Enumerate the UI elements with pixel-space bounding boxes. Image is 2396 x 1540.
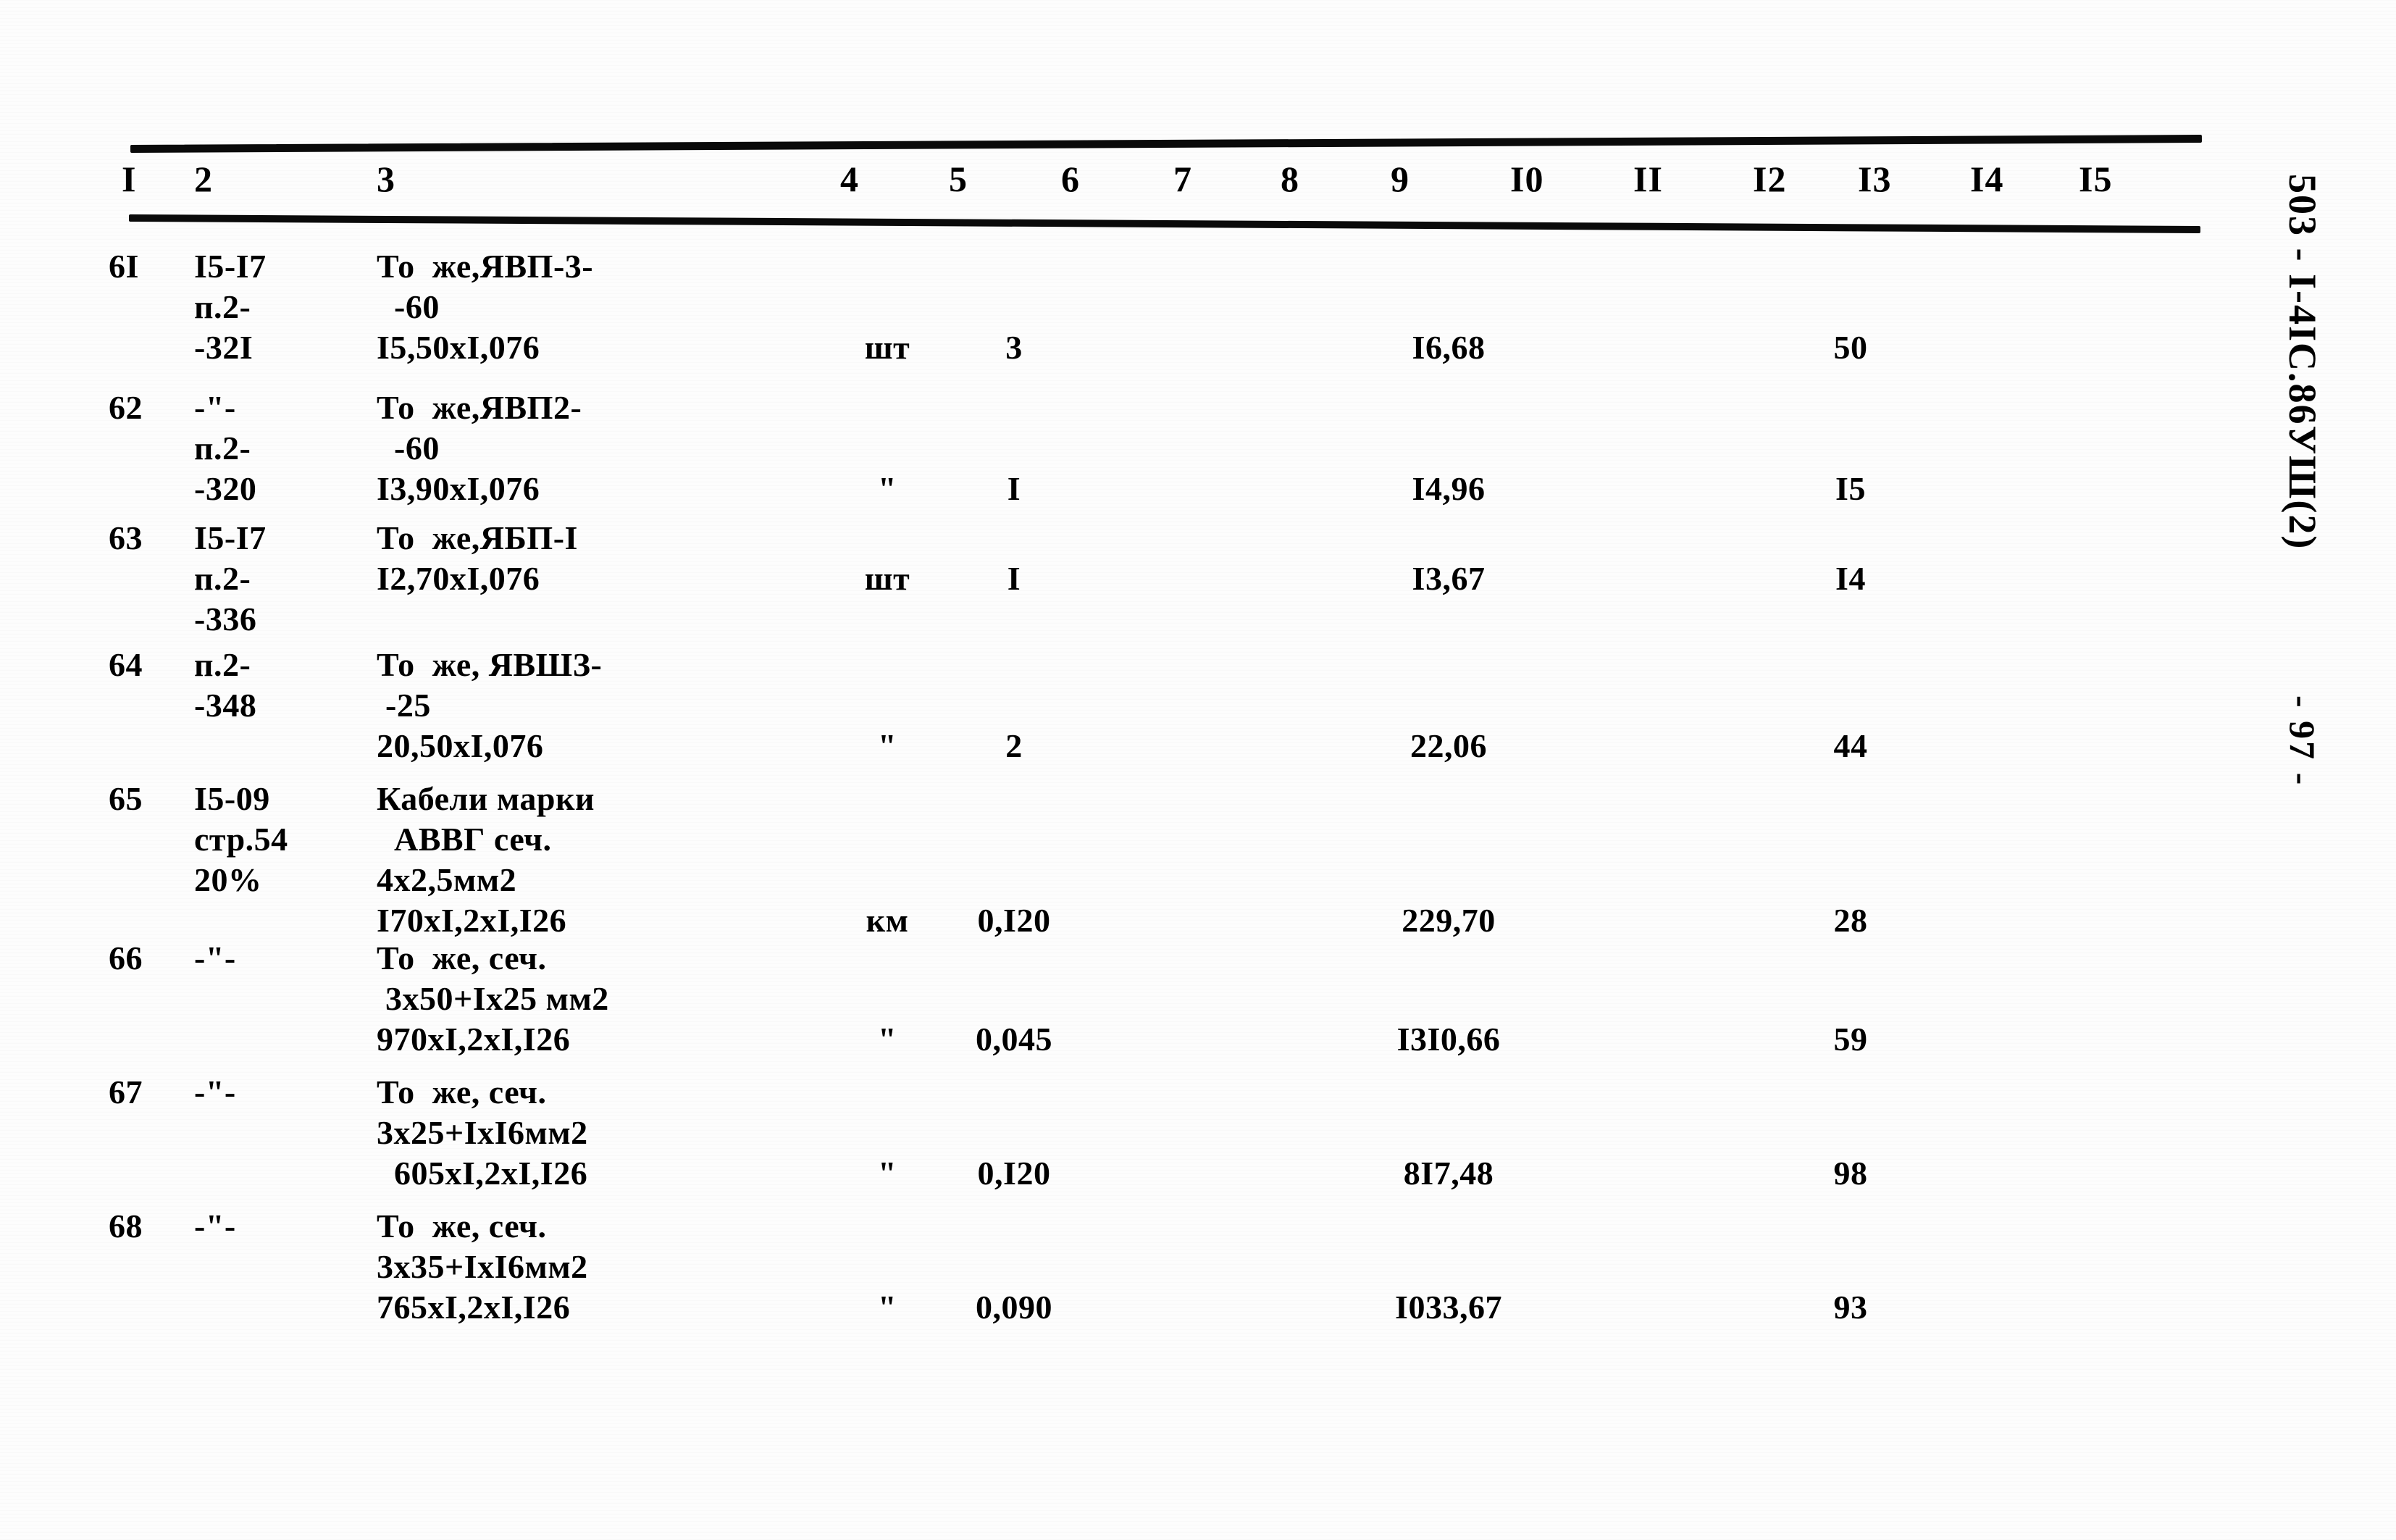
row-price: I4,96 [1412,470,1486,507]
column-header-14: I4 [1970,159,2004,199]
row-price: 22,06 [1410,727,1487,764]
row-price: 229,70 [1402,902,1496,939]
row-unit: " [877,470,897,507]
row-code: -"- [194,1208,236,1244]
table-header-bottom-rule [128,214,2200,233]
row-quantity: 0,I20 [977,1155,1051,1192]
row-total: 59 [1833,1021,1868,1058]
row-number: 62 [109,389,143,426]
row-unit: " [877,1021,897,1058]
row-price: 8I7,48 [1403,1155,1494,1192]
row-description: То же, сеч. 3x35+IxI6мм2 765xI,2xI,I26 [377,1208,588,1326]
row-quantity: 0,045 [976,1021,1052,1058]
row-price: I3,67 [1412,560,1486,597]
column-header-10: I0 [1510,159,1544,199]
row-description: Кабели марки АВВГ сеч. 4x2,5мм2 I70xI,2x… [377,780,595,939]
row-number: 63 [109,519,143,556]
column-header-4: 4 [840,159,859,199]
row-description: То же,ЯБП-I I2,70xI,076 [377,519,578,597]
row-quantity: 2 [1005,727,1023,764]
column-header-13: I3 [1858,159,1892,199]
row-price: I3I0,66 [1396,1021,1501,1058]
row-unit: шт [864,329,910,366]
row-number: 6I [109,248,139,285]
column-header-5: 5 [949,159,968,199]
row-quantity: 0,090 [976,1289,1052,1326]
row-unit: " [877,1155,897,1192]
row-number: 68 [109,1208,143,1244]
row-total: 50 [1833,329,1868,366]
column-header-12: I2 [1753,159,1787,199]
row-description: То же, сеч. 3x50+Ix25 мм2 970xI,2xI,I26 [377,940,609,1058]
row-code: -"- [194,940,236,976]
column-header-8: 8 [1281,159,1299,199]
row-code: -"- [194,1074,236,1110]
row-price: I033,67 [1395,1289,1502,1326]
column-header-6: 6 [1061,159,1080,199]
row-number: 64 [109,646,143,683]
row-code: п.2- -348 [194,646,257,724]
document-margin-code: 503 - I-4IC.86УШ(2) [2281,174,2324,551]
column-header-11: II [1633,159,1663,199]
row-description: То же,ЯВП2- -60 I3,90xI,076 [377,389,582,507]
scanned-page: I 2 3 4 5 6 7 8 9 I0 II I2 I3 I4 I5 6I I5-I7 п.2- -32I Т… [0,0,2396,1540]
column-header-9: 9 [1391,159,1409,199]
row-total: 28 [1833,902,1868,939]
row-number: 65 [109,780,143,817]
column-header-7: 7 [1173,159,1192,199]
row-total: I4 [1835,560,1866,597]
column-header-3: 3 [377,159,395,199]
table-top-rule [130,135,2202,153]
row-code: I5-I7 п.2- -32I [194,248,267,366]
row-number: 67 [109,1074,143,1110]
column-header-1: I [122,159,137,199]
row-description: То же,ЯВП-3- -60 I5,50xI,076 [377,248,594,366]
column-header-2: 2 [194,159,213,199]
row-number: 66 [109,940,143,976]
row-unit: км [866,902,909,939]
page-number: - 97 - [2282,695,2323,787]
column-header-15: I5 [2079,159,2113,199]
row-description: То же, сеч. 3x25+IxI6мм2 605xI,2xI,I26 [377,1074,588,1192]
row-unit: " [877,1289,897,1326]
row-price: I6,68 [1412,329,1486,366]
row-unit: " [877,727,897,764]
row-quantity: I [1007,470,1021,507]
row-total: I5 [1835,470,1866,507]
row-code: I5-I7 п.2- -336 [194,519,267,637]
row-quantity: 0,I20 [977,902,1051,939]
row-total: 93 [1833,1289,1868,1326]
row-code: -"- п.2- -320 [194,389,257,507]
row-total: 98 [1833,1155,1868,1192]
row-unit: шт [864,560,910,597]
row-quantity: I [1007,560,1021,597]
row-description: То же, ЯВШЗ- -25 20,50xI,076 [377,646,603,764]
row-total: 44 [1833,727,1868,764]
row-quantity: 3 [1005,329,1023,366]
row-code: I5-09 стр.54 20% [194,780,288,898]
